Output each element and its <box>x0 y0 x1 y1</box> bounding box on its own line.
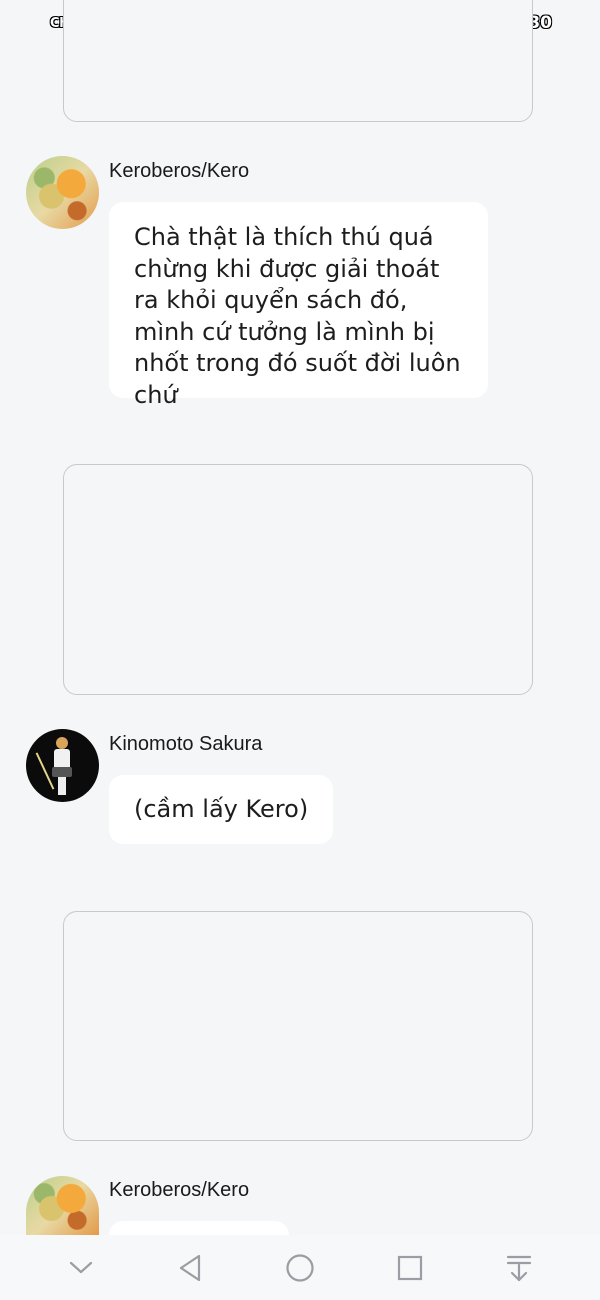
chevron-down-icon[interactable] <box>61 1248 101 1288</box>
pull-down-icon[interactable] <box>499 1248 539 1288</box>
avatar-kero[interactable] <box>26 156 99 229</box>
image-placeholder[interactable] <box>63 0 533 122</box>
avatar-sakura[interactable] <box>26 729 99 802</box>
recents-square-icon[interactable] <box>390 1248 430 1288</box>
avatar-kero[interactable] <box>26 1176 99 1235</box>
image-placeholder[interactable] <box>63 911 533 1141</box>
sender-name: Kinomoto Sakura <box>109 733 263 755</box>
back-triangle-icon[interactable] <box>170 1248 210 1288</box>
home-circle-icon[interactable] <box>280 1248 320 1288</box>
image-placeholder[interactable] <box>63 464 533 695</box>
sender-name: Keroberos/Kero <box>109 1179 250 1201</box>
avatar-figure <box>35 737 72 795</box>
navigation-bar <box>0 1235 600 1300</box>
message-bubble: (cầm lấy Kero) <box>109 775 334 844</box>
message-bubble: Chà thật là thích thú quá chừng khi được… <box>109 202 488 409</box>
sender-name: Keroberos/Kero <box>109 160 250 182</box>
